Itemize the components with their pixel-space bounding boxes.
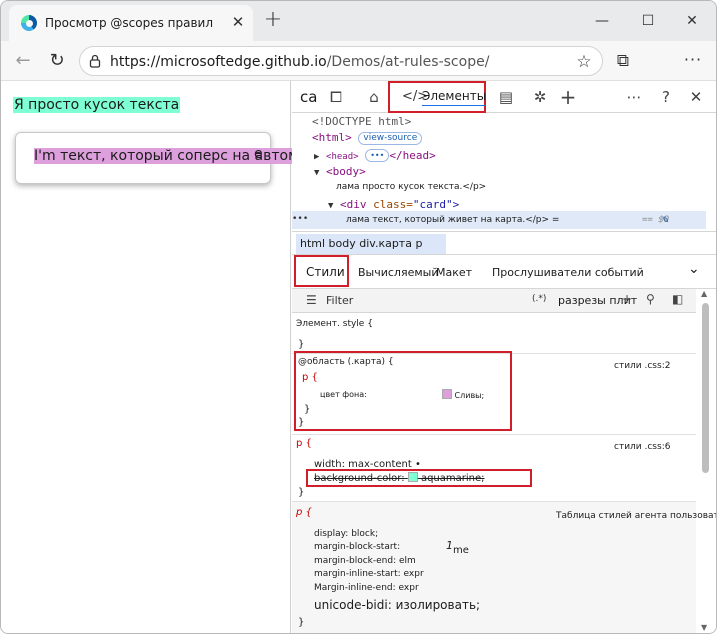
browser-window: Просмотр @scopes правил ✕ + — ☐ ✕ ← ↻ ht… <box>0 0 717 634</box>
devtools-ca-label[interactable]: ca <box>300 88 317 106</box>
scope-p-selector[interactable]: p { <box>302 372 318 383</box>
toggle-sidebar-icon[interactable]: ◧ <box>672 292 683 306</box>
styles-scrollbar[interactable]: ▲ ▼ <box>700 289 710 633</box>
device-emulation-icon[interactable]: ⧠ <box>324 85 348 109</box>
ua-margin-block-end: margin-block-end: elm <box>314 556 416 566</box>
p-rule-close: } <box>298 487 305 498</box>
edge-logo-icon <box>21 15 37 31</box>
close-tab-icon[interactable]: ✕ <box>227 11 249 33</box>
browser-tab[interactable]: Просмотр @scopes правил ✕ <box>9 5 253 41</box>
tab-layout[interactable]: Макет <box>436 266 472 279</box>
scope-p-close: } <box>304 404 311 415</box>
devtools-tab-bar: ca ⧠ ⌂ </> Элементы ▤ ✲ + ⋯ ? ✕ <box>292 81 716 113</box>
elements-tab-label: Элементы <box>422 89 487 103</box>
styles-sub-tabs: Стили Вычисляемый Макет Прослушиватели с… <box>292 255 716 289</box>
title-bar: Просмотр @scopes правил ✕ + — ☐ ✕ <box>1 1 716 41</box>
aquamarine-swatch[interactable] <box>407 472 418 482</box>
filter-input[interactable]: Filter <box>326 294 353 307</box>
regex-toggle[interactable]: (.*) <box>532 294 546 304</box>
favorite-star-icon[interactable]: ☆ <box>574 52 594 72</box>
ua-margin-inline-start: margin-inline-start: expr <box>314 569 424 579</box>
minimize-icon[interactable]: — <box>587 8 617 34</box>
dom-p2[interactable]: лама текст, который живет на карта.</p> … <box>346 215 559 225</box>
more-tools-icon[interactable]: ⋯ <box>622 85 646 109</box>
filter-bar: ☰ Filter (.*) разрезы плит + ⚲ ◧ <box>292 289 696 313</box>
scope-source-link[interactable]: стили .css:2 <box>614 361 670 371</box>
url-text: https://microsoftedge.github.io/Demos/at… <box>110 54 490 70</box>
p-source-link[interactable]: стили .css:6 <box>614 442 670 452</box>
ua-unicode-bidi: unicode-bidi: изолировать; <box>314 598 481 612</box>
scroll-up-icon[interactable]: ▲ <box>701 289 707 298</box>
more-menu-icon[interactable]: ··· <box>681 49 705 73</box>
ua-rule-block <box>292 502 696 633</box>
bg-color-prop[interactable]: цвет фона: <box>320 390 367 399</box>
ua-p-selector: p { <box>296 507 312 518</box>
filter-icon: ☰ <box>306 293 317 307</box>
welcome-home-icon[interactable]: ⌂ <box>362 85 386 109</box>
close-devtools-icon[interactable]: ✕ <box>684 85 708 109</box>
tab-computed[interactable]: Вычисляемый <box>358 266 438 279</box>
sources-bug-icon[interactable]: ✲ <box>528 85 552 109</box>
dom-tree: <!DOCTYPE html> <html> view-source ▶ <he… <box>292 113 716 231</box>
tab-event-listeners[interactable]: Прослушиватели событий <box>492 266 644 279</box>
card-overflow-text: e <box>254 146 263 162</box>
ua-display: display: block; <box>314 529 379 539</box>
scrollbar-thumb[interactable] <box>702 303 709 473</box>
scroll-down-icon[interactable]: ▼ <box>701 623 707 632</box>
refresh-icon[interactable]: ↻ <box>45 49 69 73</box>
chevron-down-icon[interactable]: ⌄ <box>688 261 700 277</box>
paint-brush-icon[interactable]: ⚲ <box>646 292 655 306</box>
dom-doctype: <!DOCTYPE html> <box>312 115 412 128</box>
p-selector[interactable]: p { <box>296 438 312 449</box>
dom-row-dots[interactable]: ••• <box>292 214 308 224</box>
ua-mbs-value: 1me <box>446 539 469 556</box>
view-source-badge[interactable]: view-source <box>358 132 423 145</box>
back-icon[interactable]: ← <box>11 49 35 73</box>
extensions-icon[interactable]: ⧉ <box>611 49 635 73</box>
dom-head[interactable]: ▶ <head> ••• </head> <box>314 149 436 162</box>
lock-icon <box>89 54 101 68</box>
breadcrumb[interactable]: html body div.карта p <box>296 234 446 254</box>
ua-margin-inline-end: Margin-inline-end: expr <box>314 583 419 593</box>
dom-p1[interactable]: лама просто кусок текста.</p> <box>336 182 486 192</box>
console-icon[interactable]: ▤ <box>494 85 518 109</box>
page-viewport: Я просто кусок текста I'm текст, который… <box>1 81 359 633</box>
ai-assist-icon[interactable]: ✎ <box>662 213 669 226</box>
element-style-close: } <box>298 339 305 350</box>
help-icon[interactable]: ? <box>654 85 678 109</box>
tab-title: Просмотр @scopes правил <box>45 16 214 30</box>
dom-div-card[interactable]: ▼ <div class="card"> <box>328 198 459 211</box>
tab-elements[interactable]: </> Элементы <box>388 81 486 113</box>
element-style-rule[interactable]: Элемент. style { <box>296 319 373 329</box>
rule-separator <box>292 434 696 435</box>
ua-stylesheet-label: Таблица стилей агента пользователя <box>556 511 716 521</box>
plain-text: Я просто кусок текста <box>13 97 181 113</box>
plum-swatch[interactable] <box>442 389 452 399</box>
new-tab-icon[interactable]: + <box>261 9 285 33</box>
scope-rule-close: } <box>298 417 305 428</box>
address-bar[interactable]: https://microsoftedge.github.io/Demos/at… <box>79 46 603 76</box>
browser-toolbar: ← ↻ https://microsoftedge.github.io/Demo… <box>1 41 716 81</box>
strike-declaration[interactable]: background-color: aquamarine; <box>314 472 485 484</box>
dom-html[interactable]: <html> view-source <box>312 131 423 145</box>
ua-margin-block-start: margin-block-start: <box>314 542 401 552</box>
maximize-icon[interactable]: ☐ <box>633 8 663 34</box>
card: I'm текст, который соперс на автомобиле … <box>15 132 359 184</box>
scope-rule-header[interactable]: @область (.карта) { <box>298 357 394 367</box>
ua-rule-close: } <box>298 617 305 628</box>
bg-color-value[interactable]: Сливы; <box>442 389 484 400</box>
add-tab-icon[interactable]: + <box>556 85 580 109</box>
dom-body[interactable]: ▼ <body> <box>314 165 366 178</box>
add-rule-icon[interactable]: + <box>622 292 632 306</box>
devtools-panel: ca ⧠ ⌂ </> Элементы ▤ ✲ + ⋯ ? ✕ <!DOCTYP… <box>292 81 716 633</box>
styles-pane: Элемент. style { } @область (.карта) { с… <box>292 313 716 633</box>
close-window-icon[interactable]: ✕ <box>677 8 707 34</box>
tab-styles[interactable]: Стили <box>294 255 349 287</box>
breadcrumb-bar: html body div.карта p <box>292 231 716 255</box>
